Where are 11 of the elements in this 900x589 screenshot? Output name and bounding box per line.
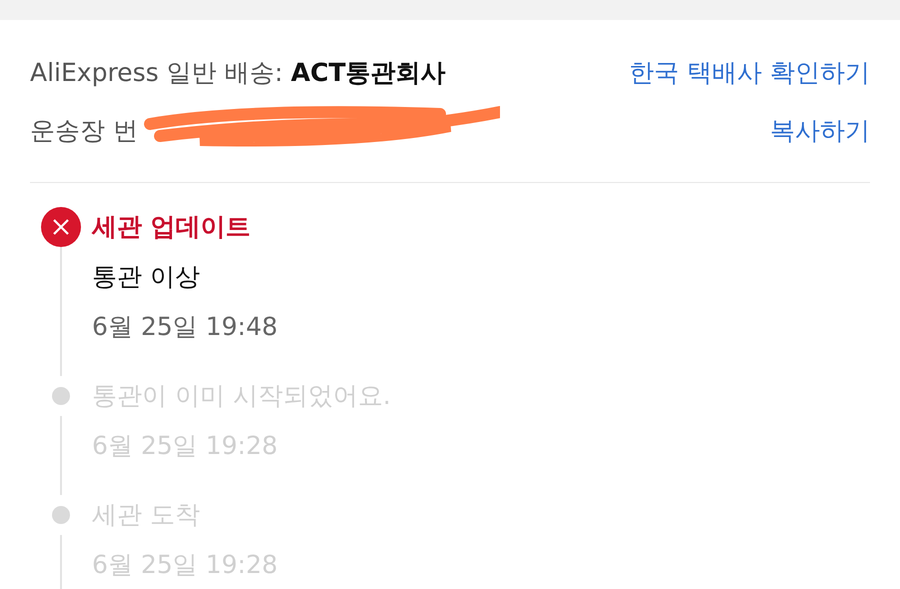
- timeline-dot: [52, 506, 70, 524]
- error-icon: [41, 207, 81, 247]
- carrier-name: ACT통관회사: [290, 56, 446, 88]
- tracking-label: 운송장 번: [30, 114, 138, 146]
- event-title: 세관 업데이트: [92, 212, 252, 242]
- carrier-check-link[interactable]: 한국 택배사 확인하기: [629, 56, 870, 88]
- timeline-dot: [52, 387, 70, 405]
- event-time: 6월 25일 19:48: [92, 312, 279, 342]
- event-detail: 통관 이상: [92, 262, 201, 292]
- copy-link[interactable]: 복사하기: [770, 114, 870, 146]
- carrier-label: AliExpress 일반 배송:: [30, 56, 284, 88]
